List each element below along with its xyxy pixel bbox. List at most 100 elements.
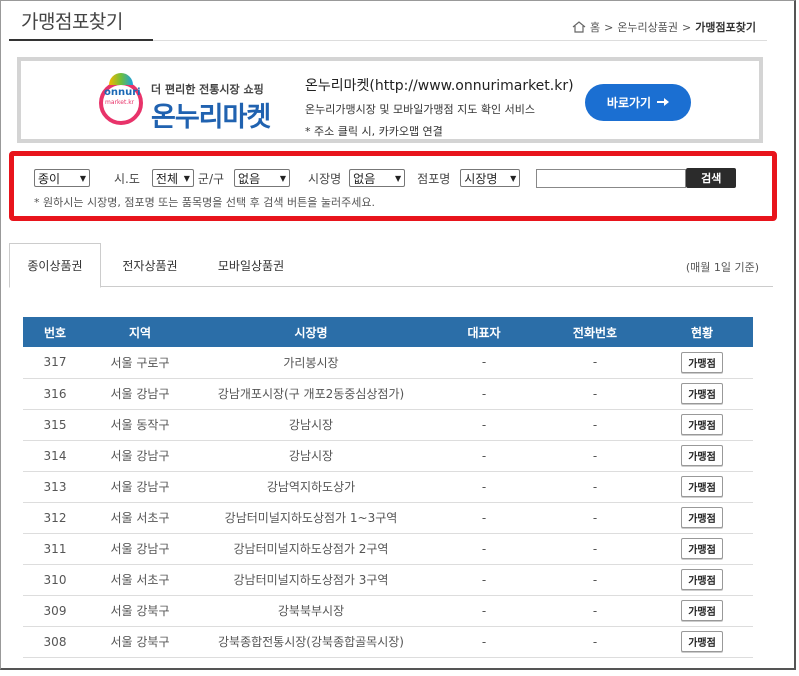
type-select[interactable]: 종이 ▼	[34, 169, 90, 187]
store-table: 번호 지역 시장명 대표자 전화번호 현황 317 서울 구로구 가리봉시장 - - 가맹…	[23, 317, 753, 658]
banner-line-2: 온누리가맹시장 및 모바일가맹점 지도 확인 서비스	[305, 103, 536, 116]
sido-label: 시.도	[114, 171, 140, 186]
table-row: 308 서울 강북구 강북종합전통시장(강북종합골목시장) - - 가맹점	[23, 626, 753, 658]
cell-market: 강남시장	[193, 409, 429, 441]
cell-status: 가맹점	[651, 626, 753, 658]
cell-rep: -	[429, 347, 539, 379]
store-select-value: 시장명	[464, 171, 498, 186]
cell-region: 서울 구로구	[87, 347, 193, 379]
breadcrumb-home[interactable]: 홈	[590, 19, 600, 35]
cell-tel: -	[539, 564, 651, 596]
cell-no: 310	[23, 564, 87, 596]
onnurimarket-banner[interactable]: onnuri market.kr 더 편리한 전통시장 쇼핑 온누리마켓 온누리…	[17, 57, 763, 143]
gugun-select-value: 없음	[238, 171, 261, 186]
cell-no: 317	[23, 347, 87, 379]
table-row: 310 서울 서초구 강남터미널지하도상점가 3구역 - - 가맹점	[23, 564, 753, 596]
table-row: 317 서울 구로구 가리봉시장 - - 가맹점	[23, 347, 753, 379]
tab-mobile[interactable]: 모바일상품권	[199, 243, 303, 287]
cell-region: 서울 강북구	[87, 626, 193, 658]
logo-small-top: onnuri	[104, 87, 141, 98]
cell-market: 강남시장	[193, 440, 429, 472]
logo-small-bottom: market.kr	[105, 99, 135, 106]
cell-rep: -	[429, 471, 539, 503]
gugun-label: 군/구	[197, 171, 225, 186]
cell-status: 가맹점	[651, 440, 753, 472]
go-button[interactable]: 바로가기	[585, 84, 691, 121]
cell-rep: -	[429, 502, 539, 534]
cell-market: 강남터미널지하도상점가 1~3구역	[193, 502, 429, 534]
cell-no: 308	[23, 626, 87, 658]
table-row: 315 서울 동작구 강남시장 - - 가맹점	[23, 409, 753, 441]
cell-tel: -	[539, 533, 651, 565]
cell-status: 가맹점	[651, 409, 753, 441]
col-header-region: 지역	[87, 317, 193, 347]
cell-tel: -	[539, 626, 651, 658]
breadcrumb-onnuri[interactable]: 온누리상품권	[617, 19, 678, 35]
breadcrumb: 홈 > 온누리상품권 > 가맹점포찾기	[572, 19, 756, 35]
cell-market: 강남역지하도상가	[193, 471, 429, 503]
home-icon[interactable]	[572, 21, 586, 33]
cell-tel: -	[539, 595, 651, 627]
tab-bar: 종이상품권 전자상품권 모바일상품권 (매월 1일 기준)	[9, 243, 773, 288]
cell-no: 312	[23, 502, 87, 534]
table-row: 314 서울 강남구 강남시장 - - 가맹점	[23, 440, 753, 472]
chevron-down-icon: ▼	[510, 173, 517, 183]
cell-market: 가리봉시장	[193, 347, 429, 379]
tab-note: (매월 1일 기준)	[685, 261, 759, 274]
chevron-down-icon: ▼	[79, 173, 86, 183]
search-button[interactable]: 검색	[686, 168, 737, 188]
onnurimarket-logo: onnuri market.kr 더 편리한 전통시장 쇼핑 온누리마켓	[99, 73, 289, 133]
cell-market: 강북종합전통시장(강북종합골목시장)	[193, 626, 429, 658]
sido-select[interactable]: 전체 ▼	[151, 169, 194, 187]
keyword-input[interactable]	[536, 168, 687, 188]
banner-text: 온누리마켓(http://www.onnurimarket.kr) 온누리가맹시…	[305, 75, 574, 139]
cell-market: 강남터미널지하도상점가 3구역	[193, 564, 429, 596]
banner-line-3: * 주소 클릭 시, 카카오맵 연결	[305, 125, 443, 138]
cell-rep: -	[429, 626, 539, 658]
arrow-right-icon	[657, 96, 670, 110]
title-underline	[9, 39, 153, 41]
store-status-button[interactable]: 가맹점	[681, 600, 723, 621]
table-header-row: 번호 지역 시장명 대표자 전화번호 현황	[23, 317, 753, 347]
tab-electronic[interactable]: 전자상품권	[105, 243, 195, 287]
store-status-button[interactable]: 가맹점	[681, 445, 723, 466]
col-header-no: 번호	[23, 317, 87, 347]
cell-no: 311	[23, 533, 87, 565]
table-row: 309 서울 강북구 강북북부시장 - - 가맹점	[23, 595, 753, 627]
chevron-down-icon: ▼	[183, 173, 190, 183]
gugun-select[interactable]: 없음 ▼	[234, 169, 291, 187]
market-select[interactable]: 없음 ▼	[349, 169, 406, 187]
banner-line-1: 온누리마켓(http://www.onnurimarket.kr)	[305, 78, 574, 94]
cell-tel: -	[539, 409, 651, 441]
cell-rep: -	[429, 440, 539, 472]
type-select-value: 종이	[38, 171, 61, 186]
go-button-label: 바로가기	[606, 96, 652, 110]
store-status-button[interactable]: 가맹점	[681, 569, 723, 590]
store-status-button[interactable]: 가맹점	[681, 631, 723, 652]
cell-status: 가맹점	[651, 533, 753, 565]
table-row: 313 서울 강남구 강남역지하도상가 - - 가맹점	[23, 471, 753, 503]
store-status-button[interactable]: 가맹점	[681, 476, 723, 497]
cell-region: 서울 강남구	[87, 471, 193, 503]
cell-market: 강남개포시장(구 개포2동중심상점가)	[193, 378, 429, 410]
cell-tel: -	[539, 502, 651, 534]
store-status-button[interactable]: 가맹점	[681, 538, 723, 559]
sido-select-value: 전체	[155, 171, 178, 186]
cell-rep: -	[429, 409, 539, 441]
cell-tel: -	[539, 440, 651, 472]
col-header-status: 현황	[651, 317, 753, 347]
store-select[interactable]: 시장명 ▼	[460, 169, 521, 187]
store-status-button[interactable]: 가맹점	[681, 383, 723, 404]
cell-region: 서울 강남구	[87, 378, 193, 410]
page-frame: 가맹점포찾기 홈 > 온누리상품권 > 가맹점포찾기 onnuri market…	[0, 0, 796, 670]
store-status-button[interactable]: 가맹점	[681, 351, 723, 373]
cell-status: 가맹점	[651, 595, 753, 627]
col-header-tel: 전화번호	[539, 317, 651, 347]
cell-status: 가맹점	[651, 347, 753, 379]
cell-no: 313	[23, 471, 87, 503]
store-status-button[interactable]: 가맹점	[681, 507, 723, 528]
table-row: 311 서울 강남구 강남터미널지하도상점가 2구역 - - 가맹점	[23, 533, 753, 565]
cell-region: 서울 강남구	[87, 533, 193, 565]
store-status-button[interactable]: 가맹점	[681, 414, 723, 435]
tab-paper[interactable]: 종이상품권	[9, 243, 101, 288]
